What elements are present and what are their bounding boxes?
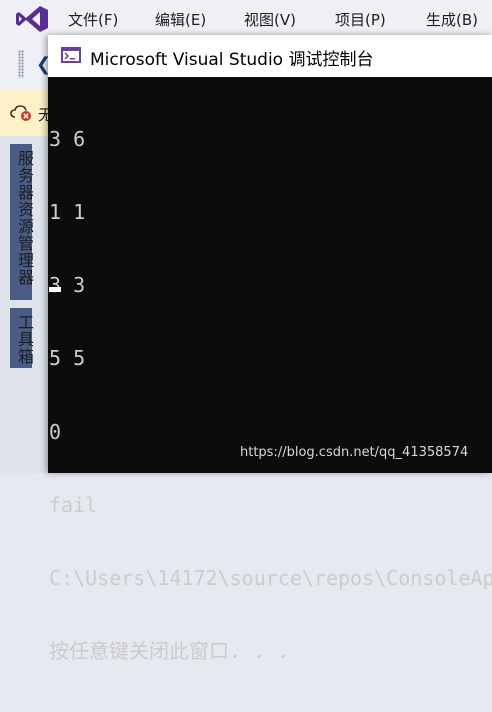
output-line: C:\Users\14172\source\repos\ConsoleAp <box>49 566 492 591</box>
console-output: 3 6 1 1 3 3 5 5 0 fail C:\Users\14172\so… <box>49 78 492 712</box>
toolbar-grip[interactable] <box>18 50 24 78</box>
menu-view[interactable]: 视图(V) <box>244 9 296 30</box>
menu-project[interactable]: 项目(P) <box>335 9 386 30</box>
console-title-bar[interactable]: Microsoft Visual Studio 调试控制台 <box>48 35 492 77</box>
toolbar: ❮ <box>0 38 51 90</box>
text-cursor <box>49 287 61 292</box>
output-line: 1 1 <box>49 200 86 225</box>
output-line: 按任意键关闭此窗口. . . <box>49 639 290 664</box>
cloud-error-icon <box>10 105 31 121</box>
menu-bar: 文件(F) 编辑(E) 视图(V) 项目(P) 生成(B) <box>0 0 492 38</box>
output-line: 3 3 <box>49 273 86 298</box>
output-line: fail <box>49 492 98 517</box>
sidebar-tab-toolbox[interactable]: 工具箱 <box>12 314 36 365</box>
sidebar-tab-server-explorer[interactable]: 服务器资源管理器 <box>12 150 36 286</box>
console-title: Microsoft Visual Studio 调试控制台 <box>90 50 374 70</box>
notification-bar: 无 <box>0 90 53 137</box>
console-app-icon <box>61 47 81 63</box>
menu-file[interactable]: 文件(F) <box>68 9 118 30</box>
debug-console-window[interactable]: Microsoft Visual Studio 调试控制台 3 6 1 1 3 … <box>48 35 492 663</box>
output-line: 5 5 <box>49 346 86 371</box>
output-line: 0 <box>49 419 62 444</box>
menu-build[interactable]: 生成(B) <box>426 9 478 30</box>
left-sidebar: 服务器资源管理器 工具箱 <box>0 136 48 473</box>
output-line: 3 6 <box>49 126 86 151</box>
menu-edit[interactable]: 编辑(E) <box>155 9 206 30</box>
watermark-url: https://blog.csdn.net/qq_41358574 <box>240 445 469 460</box>
visual-studio-logo-icon[interactable] <box>14 4 50 34</box>
